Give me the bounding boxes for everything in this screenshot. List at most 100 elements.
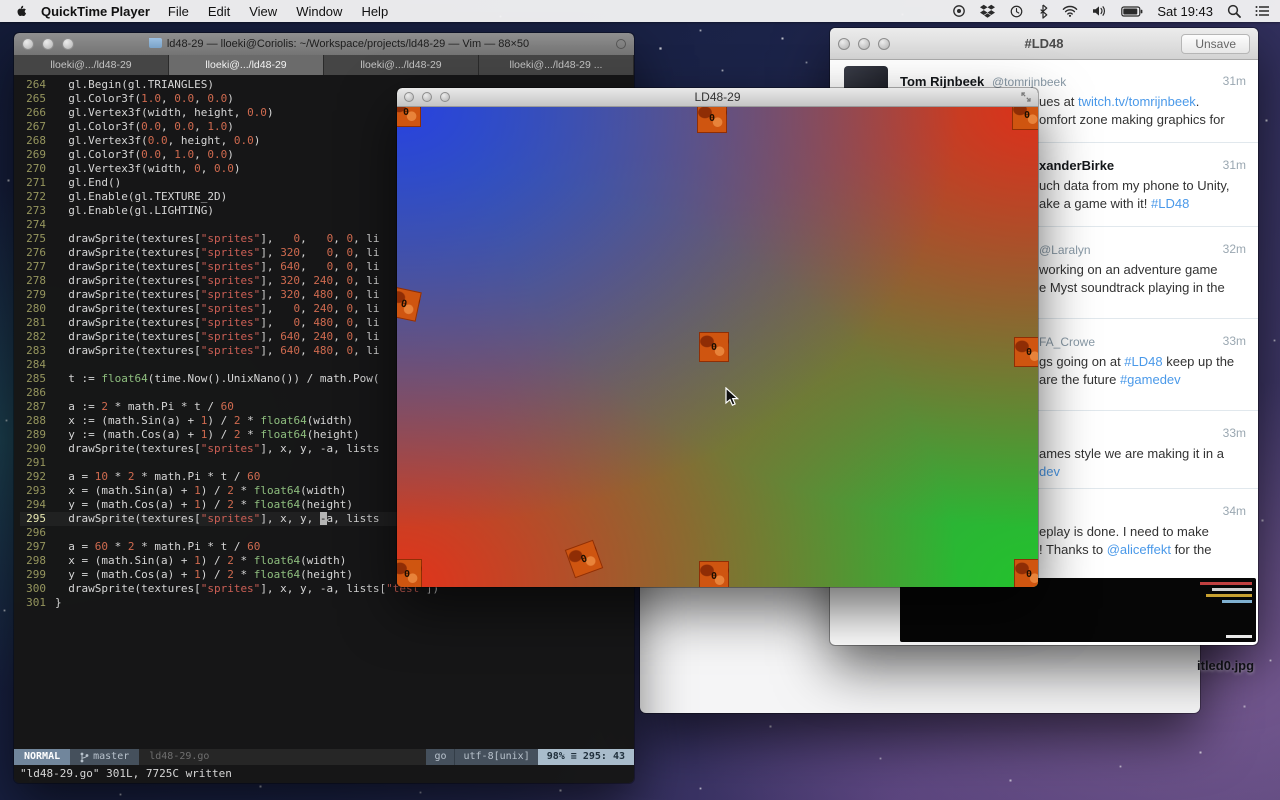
menu-help[interactable]: Help (361, 4, 388, 19)
attachment-pixels (1222, 600, 1252, 603)
tweet-link[interactable]: #LD48 (1124, 354, 1162, 369)
sprite-label: 0 (709, 113, 715, 124)
line-number: 285 (20, 372, 46, 386)
spotlight-icon[interactable] (1227, 4, 1241, 18)
game-sprite: 0 (397, 107, 421, 127)
time-machine-icon[interactable] (1009, 4, 1024, 19)
line-number: 267 (20, 120, 46, 134)
menu-window[interactable]: Window (296, 4, 342, 19)
terminal-tab[interactable]: lloeki@.../ld48-29 ... (479, 55, 634, 75)
tweet-text: dev (1039, 464, 1060, 479)
menu-bar: QuickTime Player FileEditViewWindowHelp … (0, 0, 1280, 22)
tweet-text: ames style we are making it in a (1039, 446, 1224, 461)
close-button[interactable] (22, 38, 34, 50)
line-number: 290 (20, 442, 46, 456)
tweet-image-attachment[interactable] (900, 578, 1256, 642)
tweet-timestamp: 31m (1223, 74, 1246, 88)
tweet-author-fragment: @Laralyn (1039, 243, 1091, 257)
tweet-text: uch data from my phone to Unity, (1039, 178, 1230, 193)
tweet-timestamp: 33m (1223, 334, 1246, 348)
line-number: 289 (20, 428, 46, 442)
tweet-link[interactable]: @aliceffekt (1107, 542, 1171, 557)
attachment-pixels (1206, 594, 1252, 597)
vim-filename: ld48-29.go (139, 749, 426, 765)
resize-icon[interactable] (1021, 92, 1031, 102)
line-number: 296 (20, 526, 46, 540)
game-canvas[interactable]: 0000000000 (397, 107, 1038, 587)
line-number: 295 (20, 512, 46, 526)
tweet-link[interactable]: dev (1039, 464, 1060, 479)
tweet-timestamp: 31m (1223, 158, 1246, 172)
terminal-tab[interactable]: lloeki@.../ld48-29 (14, 55, 169, 75)
tweet-text: omfort zone making graphics for (1039, 112, 1225, 127)
line-number: 272 (20, 190, 46, 204)
unsave-button[interactable]: Unsave (1181, 34, 1250, 54)
tweet-author-fragment: FA_Crowe (1039, 335, 1095, 349)
line-number: 282 (20, 330, 46, 344)
line-number: 293 (20, 484, 46, 498)
battery-icon[interactable] (1121, 6, 1143, 17)
line-number: 287 (20, 400, 46, 414)
dropbox-icon[interactable] (980, 4, 995, 18)
desktop-icon-label[interactable]: itled0.jpg (1197, 658, 1254, 673)
sprite-label: 0 (404, 569, 410, 580)
line-number: 300 (20, 582, 46, 596)
minimize-button[interactable] (42, 38, 54, 50)
line-number: 265 (20, 92, 46, 106)
bluetooth-icon[interactable] (1038, 4, 1048, 19)
line-number: 268 (20, 134, 46, 148)
notification-center-icon[interactable] (1255, 5, 1270, 17)
zoom-button[interactable] (62, 38, 74, 50)
menu-view[interactable]: View (249, 4, 277, 19)
line-number: 279 (20, 288, 46, 302)
game-sprite: 0 (565, 540, 603, 578)
wifi-icon[interactable] (1062, 5, 1078, 17)
tweet-link[interactable]: twitch.tv/tomrijnbeek (1078, 94, 1196, 109)
mouse-cursor (725, 387, 739, 412)
tweet-link[interactable]: #LD48 (1151, 196, 1189, 211)
git-branch-indicator: master (70, 749, 139, 765)
terminal-tab[interactable]: lloeki@.../ld48-29 (324, 55, 479, 75)
line-number: 283 (20, 344, 46, 358)
line-number: 286 (20, 386, 46, 400)
line-number: 288 (20, 414, 46, 428)
screen-recording-icon[interactable] (952, 4, 966, 18)
line-number: 299 (20, 568, 46, 582)
sprite-label: 0 (711, 571, 717, 582)
line-number: 271 (20, 176, 46, 190)
menu-file[interactable]: File (168, 4, 189, 19)
terminal-window-title: ld48-29 — lloeki@Coriolis: ~/Workspace/p… (74, 38, 604, 50)
terminal-tab[interactable]: lloeki@.../ld48-29 (169, 55, 324, 75)
terminal-tab-bar: lloeki@.../ld48-29lloeki@.../ld48-29lloe… (14, 55, 634, 75)
line-number: 277 (20, 260, 46, 274)
folder-icon (149, 38, 162, 48)
vim-cursor-position: 98% ≡ 295: 43 (538, 749, 634, 765)
tweet-text: working on an adventure game (1039, 262, 1218, 277)
line-number: 292 (20, 470, 46, 484)
sprite-label: 0 (579, 553, 588, 565)
app-menu-title[interactable]: QuickTime Player (41, 4, 150, 19)
game-sprite: 0 (1014, 559, 1038, 587)
game-sprite: 0 (697, 107, 727, 133)
game-sprite: 0 (1012, 107, 1038, 130)
tweet-timestamp: 34m (1223, 504, 1246, 518)
menu-edit[interactable]: Edit (208, 4, 230, 19)
line-number: 269 (20, 148, 46, 162)
game-window: LD48-29 0000000000 (397, 88, 1038, 587)
sprite-label: 0 (1026, 569, 1032, 580)
tweet-author-fragment: xanderBirke (1039, 158, 1114, 173)
menu-bar-clock[interactable]: Sat 19:43 (1157, 4, 1213, 19)
vim-command-line: "ld48-29.go" 301L, 7725C written (20, 767, 232, 780)
apple-menu-icon[interactable] (16, 4, 29, 18)
tweet-link[interactable]: #gamedev (1120, 372, 1181, 387)
attachment-pixels (1200, 582, 1252, 585)
line-number: 276 (20, 246, 46, 260)
vim-encoding: utf-8[unix] (454, 749, 537, 765)
line-number: 275 (20, 232, 46, 246)
game-titlebar: LD48-29 (397, 88, 1038, 107)
twitter-titlebar: #LD48 Unsave (830, 28, 1258, 60)
volume-icon[interactable] (1092, 5, 1107, 17)
game-sprite: 0 (397, 559, 422, 587)
tweet-text: e Myst soundtrack playing in the (1039, 280, 1225, 295)
line-number: 301 (20, 596, 46, 610)
